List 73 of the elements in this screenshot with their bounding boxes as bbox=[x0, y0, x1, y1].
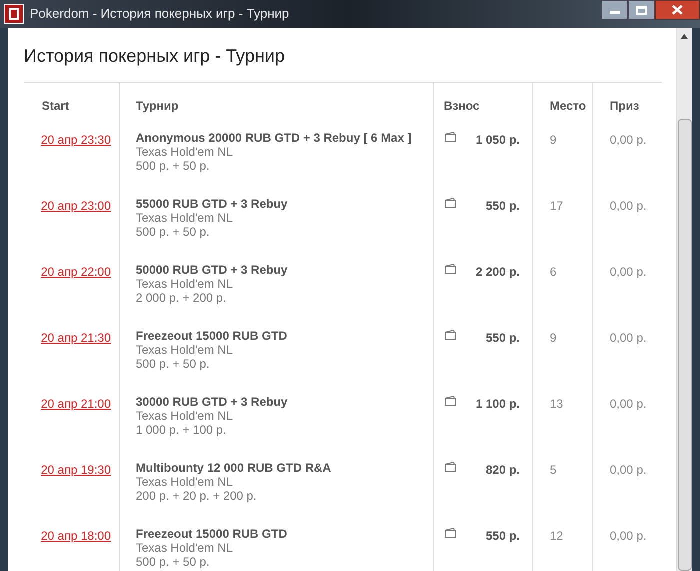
game-type: Texas Hold'em NL bbox=[136, 211, 233, 225]
maximize-icon bbox=[636, 6, 647, 14]
maximize-button[interactable] bbox=[628, 0, 655, 20]
buyin-detail: 500 р. + 50 р. bbox=[136, 555, 210, 569]
game-type: Texas Hold'em NL bbox=[136, 277, 233, 291]
window-title: Pokerdom - История покерных игр - Турнир bbox=[30, 5, 290, 24]
game-type: Texas Hold'em NL bbox=[136, 145, 233, 159]
start-time-link[interactable]: 20 апр 23:30 bbox=[41, 131, 111, 149]
game-type: Texas Hold'em NL bbox=[136, 541, 233, 555]
prize-value: 0,00 р. bbox=[610, 529, 647, 543]
buyin-amount: 550 р. bbox=[486, 330, 520, 347]
buyin-amount: 550 р. bbox=[486, 198, 520, 215]
game-type: Texas Hold'em NL bbox=[136, 409, 233, 423]
start-time-link[interactable]: 20 апр 19:30 bbox=[41, 461, 111, 479]
game-type: Texas Hold'em NL bbox=[136, 343, 233, 357]
place-value: 13 bbox=[550, 397, 564, 411]
prize-value: 0,00 р. bbox=[610, 199, 647, 213]
tournament-name: Anonymous 20000 RUB GTD + 3 Rebuy [ 6 Max ] bbox=[136, 131, 412, 145]
place-value: 9 bbox=[550, 133, 557, 147]
column-header: Место bbox=[550, 98, 588, 115]
game-type: Texas Hold'em NL bbox=[136, 475, 233, 489]
app-logo-icon bbox=[4, 4, 24, 24]
tournament-name: 55000 RUB GTD + 3 Rebuy bbox=[136, 197, 288, 211]
close-button[interactable] bbox=[655, 0, 700, 20]
buyin-amount: 1 050 р. bbox=[476, 132, 520, 149]
start-time-link[interactable]: 20 апр 21:30 bbox=[41, 329, 111, 347]
column-header: Приз bbox=[610, 98, 640, 115]
place-value: 6 bbox=[550, 265, 557, 279]
tournament-name: Freezeout 15000 RUB GTD bbox=[136, 329, 288, 343]
scroll-up-icon[interactable] bbox=[681, 34, 688, 39]
start-time-link[interactable]: 20 апр 23:00 bbox=[41, 197, 111, 215]
column-header: Start bbox=[42, 98, 70, 115]
start-time-link[interactable]: 20 апр 18:00 bbox=[41, 527, 111, 545]
wallet-icon bbox=[444, 131, 457, 143]
buyin-detail: 500 р. + 50 р. bbox=[136, 357, 210, 371]
place-value: 12 bbox=[550, 529, 564, 543]
start-time-link[interactable]: 20 апр 22:00 bbox=[41, 263, 111, 281]
prize-value: 0,00 р. bbox=[610, 133, 647, 147]
scrollbar-thumb[interactable] bbox=[678, 119, 692, 571]
scrollbar[interactable] bbox=[676, 28, 692, 571]
buyin-detail: 2 000 р. + 200 р. bbox=[136, 291, 226, 305]
buyin-amount: 820 р. bbox=[486, 462, 520, 479]
wallet-icon bbox=[444, 263, 457, 275]
buyin-amount: 550 р. bbox=[486, 528, 520, 545]
buyin-amount: 2 200 р. bbox=[476, 264, 520, 281]
place-value: 17 bbox=[550, 199, 564, 213]
buyin-detail: 500 р. + 50 р. bbox=[136, 225, 210, 239]
tournament-name: Multibounty 12 000 RUB GTD R&A bbox=[136, 461, 332, 475]
buyin-detail: 500 р. + 50 р. bbox=[136, 159, 210, 173]
buyin-detail: 200 р. + 20 р. + 200 р. bbox=[136, 489, 257, 503]
start-time-link[interactable]: 20 апр 21:00 bbox=[41, 395, 111, 413]
tournament-name: Freezeout 15000 RUB GTD bbox=[136, 527, 288, 541]
prize-value: 0,00 р. bbox=[610, 463, 647, 477]
buyin-detail: 1 000 р. + 100 р. bbox=[136, 423, 226, 437]
column-header: Взнос bbox=[444, 98, 481, 115]
prize-value: 0,00 р. bbox=[610, 265, 647, 279]
page-title: История покерных игр - Турнир bbox=[24, 45, 286, 68]
prize-value: 0,00 р. bbox=[610, 331, 647, 345]
column-header: Турнир bbox=[136, 98, 180, 115]
wallet-icon bbox=[444, 527, 457, 539]
minimize-icon bbox=[610, 11, 620, 14]
wallet-icon bbox=[444, 461, 457, 473]
place-value: 9 bbox=[550, 331, 557, 345]
place-value: 5 bbox=[550, 463, 557, 477]
prize-value: 0,00 р. bbox=[610, 397, 647, 411]
tournament-name: 50000 RUB GTD + 3 Rebuy bbox=[136, 263, 288, 277]
wallet-icon bbox=[444, 197, 457, 209]
buyin-amount: 1 100 р. bbox=[476, 396, 520, 413]
tournament-name: 30000 RUB GTD + 3 Rebuy bbox=[136, 395, 288, 409]
minimize-button[interactable] bbox=[601, 0, 628, 20]
wallet-icon bbox=[444, 395, 457, 407]
close-icon bbox=[672, 5, 683, 15]
wallet-icon bbox=[444, 329, 457, 341]
